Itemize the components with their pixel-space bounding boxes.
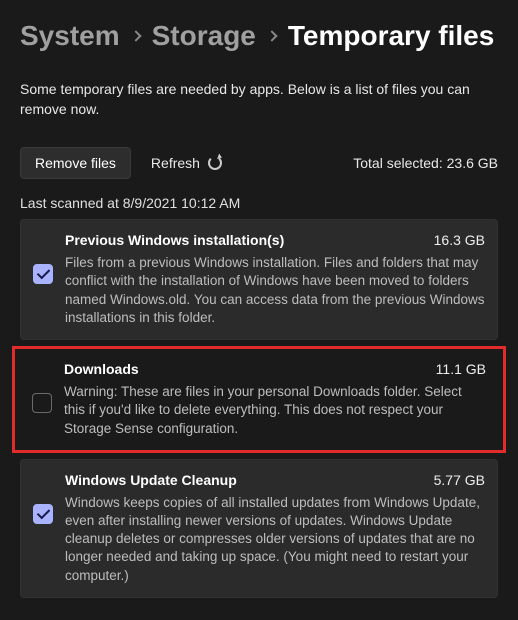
item-body: Windows Update Cleanup 5.77 GB Windows kee…: [65, 472, 485, 585]
checkbox[interactable]: [33, 264, 53, 284]
intro-text: Some temporary files are needed by apps.…: [20, 80, 498, 119]
breadcrumb: System Storage Temporary files: [20, 20, 498, 52]
chevron-right-icon: [266, 30, 277, 41]
item-size: 5.77 GB: [434, 472, 485, 488]
item-description: Warning: These are files in your persona…: [64, 383, 486, 438]
temporary-files-page: System Storage Temporary files Some temp…: [0, 0, 518, 620]
list-item: Windows Update Cleanup 5.77 GB Windows kee…: [20, 459, 498, 598]
item-head: Downloads 11.1 GB: [64, 361, 486, 377]
checkbox[interactable]: [32, 393, 52, 413]
item-title: Previous Windows installation(s): [65, 232, 284, 248]
item-head: Windows Update Cleanup 5.77 GB: [65, 472, 485, 488]
list-item: Downloads 11.1 GB Warning: These are files…: [12, 346, 506, 453]
item-title: Downloads: [64, 361, 139, 377]
item-title: Windows Update Cleanup: [65, 472, 237, 488]
actions-row: Remove files Refresh Total selected: 23.…: [20, 147, 498, 179]
last-scanned: Last scanned at 8/9/2021 10:12 AM: [20, 195, 498, 211]
item-body: Downloads 11.1 GB Warning: These are files…: [64, 361, 486, 438]
checkbox[interactable]: [33, 504, 53, 524]
item-description: Windows keeps copies of all installed up…: [65, 494, 485, 585]
item-size: 16.3 GB: [434, 232, 485, 248]
item-head: Previous Windows installation(s) 16.3 GB: [65, 232, 485, 248]
items-list: Previous Windows installation(s) 16.3 GB F…: [20, 219, 498, 598]
remove-files-button[interactable]: Remove files: [20, 147, 131, 179]
total-selected: Total selected: 23.6 GB: [353, 155, 498, 171]
refresh-button[interactable]: Refresh: [147, 149, 226, 177]
breadcrumb-storage[interactable]: Storage: [152, 20, 256, 52]
refresh-icon: [208, 156, 222, 170]
page-title: Temporary files: [288, 20, 494, 52]
refresh-label: Refresh: [151, 155, 200, 171]
actions-left: Remove files Refresh: [20, 147, 226, 179]
item-body: Previous Windows installation(s) 16.3 GB F…: [65, 232, 485, 327]
list-item: Previous Windows installation(s) 16.3 GB F…: [20, 219, 498, 340]
item-size: 11.1 GB: [436, 361, 486, 377]
breadcrumb-system[interactable]: System: [20, 20, 120, 52]
chevron-right-icon: [130, 30, 141, 41]
item-description: Files from a previous Windows installati…: [65, 254, 485, 327]
